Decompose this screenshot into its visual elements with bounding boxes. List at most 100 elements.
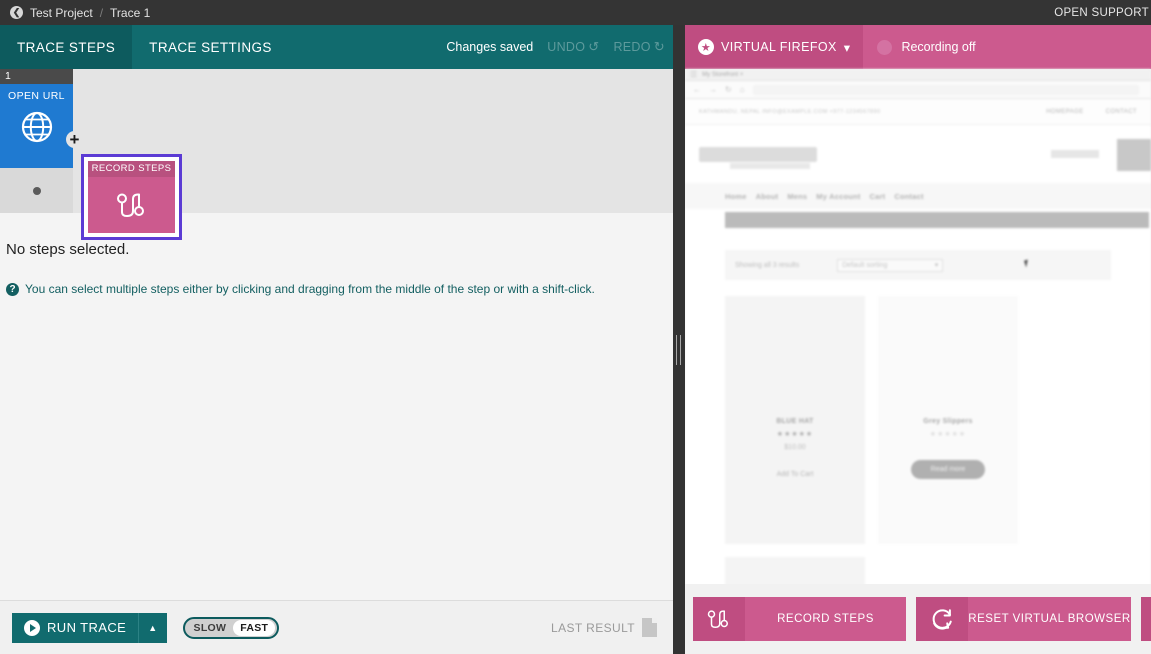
speed-fast-option[interactable]: FAST bbox=[233, 620, 275, 636]
select-caret-icon: ▾ bbox=[935, 261, 939, 269]
selection-hint-text: You can select multiple steps either by … bbox=[25, 282, 595, 296]
step-card-open-url[interactable]: 1 OPEN URL bbox=[0, 69, 73, 213]
add-to-cart-button[interactable]: Add To Cart bbox=[777, 471, 814, 478]
run-bar: RUN TRACE ▲ SLOW FAST LAST RESULT bbox=[0, 600, 673, 654]
product-card[interactable]: Grey Slippers ★★★★★ Read more bbox=[878, 296, 1018, 544]
add-step-button[interactable]: + bbox=[66, 131, 83, 148]
back-icon[interactable]: ← bbox=[693, 85, 701, 94]
extra-action-button[interactable] bbox=[1141, 597, 1151, 641]
back-arrow-circle-icon[interactable]: ❮ bbox=[10, 6, 23, 19]
open-support-link[interactable]: OPEN SUPPORT bbox=[1054, 0, 1151, 25]
site-hero-banner bbox=[725, 212, 1149, 228]
speed-toggle[interactable]: SLOW FAST bbox=[183, 617, 280, 639]
step-menu-dot-icon[interactable] bbox=[33, 187, 41, 195]
sort-select-value: Default sorting bbox=[842, 262, 887, 269]
product-rating: ★★★★★ bbox=[777, 430, 813, 438]
virtual-firefox-selector[interactable]: ★ VIRTUAL FIREFOX ▾ bbox=[685, 25, 863, 69]
site-link-homepage[interactable]: HOMEPAGE bbox=[1046, 109, 1083, 115]
undo-button[interactable]: UNDO ↺ bbox=[547, 39, 599, 55]
virtual-browser-panel: ★ VIRTUAL FIREFOX ▾ Recording off ☰ My S… bbox=[685, 25, 1151, 654]
virtual-firefox-label: VIRTUAL FIREFOX bbox=[721, 40, 837, 54]
record-dot-icon bbox=[877, 40, 892, 55]
record-steps-card-title: RECORD STEPS bbox=[88, 161, 175, 177]
recording-status-group[interactable]: Recording off bbox=[863, 25, 989, 69]
undo-label: UNDO bbox=[547, 40, 585, 54]
step-number: 1 bbox=[0, 69, 73, 84]
nav-item-my-account[interactable]: My Account bbox=[816, 192, 860, 201]
nav-item-mens[interactable]: Mens bbox=[787, 192, 807, 201]
browser-tab-title: My Storefront × bbox=[702, 72, 743, 78]
nav-item-about[interactable]: About bbox=[756, 192, 779, 201]
site-logo[interactable] bbox=[699, 147, 817, 162]
tab-trace-steps-label: TRACE STEPS bbox=[17, 40, 115, 55]
site-masthead bbox=[685, 125, 1151, 183]
site-link-contact[interactable]: CONTACT bbox=[1106, 109, 1137, 115]
run-trace-options-caret[interactable]: ▲ bbox=[138, 613, 166, 643]
run-trace-button[interactable]: RUN TRACE ▲ bbox=[12, 613, 167, 643]
product-grid: BLUE HAT ★★★★★ $10.00 Add To Cart Grey S… bbox=[725, 296, 1111, 609]
address-bar[interactable] bbox=[753, 85, 1139, 95]
record-steps-card-body[interactable]: RECORD STEPS bbox=[88, 161, 175, 233]
site-contact-info: KATHMANDU, NEPAL INFO@EXAMPLE.COM +977-1… bbox=[699, 109, 880, 115]
forward-icon[interactable]: → bbox=[709, 85, 717, 94]
refresh-icon bbox=[916, 597, 968, 641]
reload-icon[interactable]: ↻ bbox=[725, 85, 732, 94]
nav-item-cart[interactable]: Cart bbox=[870, 192, 886, 201]
site-tagline bbox=[730, 163, 810, 169]
home-icon[interactable]: ⌂ bbox=[740, 85, 745, 94]
redo-arrow-icon: ↻ bbox=[654, 39, 665, 55]
globe-icon bbox=[19, 109, 55, 150]
site-nav: Home About Mens My Account Cart Contact bbox=[685, 183, 1151, 209]
breadcrumb-project[interactable]: Test Project bbox=[30, 6, 93, 20]
browser-tab-strip[interactable]: ☰ My Storefront × bbox=[685, 69, 1151, 81]
tab-trace-steps[interactable]: TRACE STEPS bbox=[0, 25, 132, 69]
breadcrumb-trace[interactable]: Trace 1 bbox=[110, 6, 150, 20]
steps-strip: 1 OPEN URL bbox=[0, 69, 673, 213]
site-top-links: HOMEPAGE CONTACT bbox=[1046, 109, 1137, 115]
no-steps-selected-title: No steps selected. bbox=[6, 241, 673, 258]
record-steps-button[interactable]: RECORD STEPS bbox=[693, 597, 906, 641]
sort-select[interactable]: Default sorting ▾ bbox=[837, 259, 943, 272]
results-count-label: Showing all 3 results bbox=[735, 262, 799, 269]
reset-virtual-browser-button-label: RESET VIRTUAL BROWSER bbox=[968, 613, 1131, 625]
results-toolbar: Showing all 3 results Default sorting ▾ bbox=[725, 250, 1111, 280]
step-footer[interactable] bbox=[0, 168, 73, 213]
browser-viewport[interactable]: ☰ My Storefront × ← → ↻ ⌂ KATHMANDU, NEP… bbox=[685, 69, 1151, 609]
product-rating: ★★★★★ bbox=[930, 430, 966, 438]
redo-button[interactable]: REDO ↻ bbox=[613, 39, 665, 55]
record-steps-icon bbox=[112, 185, 152, 230]
browser-action-bar: RECORD STEPS RESET VIRTUAL BROWSER bbox=[685, 584, 1151, 654]
question-mark-icon: ? bbox=[6, 283, 19, 296]
undo-arrow-icon: ↺ bbox=[588, 39, 599, 55]
nav-item-home[interactable]: Home bbox=[725, 192, 747, 201]
run-trace-label-group[interactable]: RUN TRACE bbox=[12, 620, 138, 636]
product-card[interactable]: BLUE HAT ★★★★★ $10.00 Add To Cart bbox=[725, 296, 865, 544]
speed-slow-option[interactable]: SLOW bbox=[187, 622, 234, 634]
step-body[interactable]: OPEN URL bbox=[0, 84, 73, 168]
last-result-label: LAST RESULT bbox=[551, 621, 635, 635]
language-selector[interactable] bbox=[1051, 150, 1099, 158]
reset-virtual-browser-button[interactable]: RESET VIRTUAL BROWSER bbox=[916, 597, 1131, 641]
caret-down-icon: ▾ bbox=[844, 40, 851, 55]
run-trace-label: RUN TRACE bbox=[47, 620, 126, 635]
cart-icon[interactable] bbox=[1117, 139, 1151, 171]
panel-splitter[interactable] bbox=[673, 25, 685, 654]
mouse-cursor-icon bbox=[1024, 260, 1030, 268]
left-panel: TRACE STEPS TRACE SETTINGS Changes saved… bbox=[0, 25, 673, 654]
tab-trace-settings[interactable]: TRACE SETTINGS bbox=[132, 25, 289, 69]
read-more-button[interactable]: Read more bbox=[911, 460, 986, 479]
drag-handle-icon[interactable] bbox=[676, 335, 681, 365]
record-steps-icon bbox=[693, 597, 745, 641]
selection-hint: ? You can select multiple steps either b… bbox=[6, 282, 673, 296]
nav-item-contact[interactable]: Contact bbox=[894, 192, 923, 201]
virtual-browser-header: ★ VIRTUAL FIREFOX ▾ Recording off bbox=[685, 25, 1151, 69]
last-result-button[interactable]: LAST RESULT bbox=[551, 618, 661, 637]
record-steps-card[interactable]: RECORD STEPS bbox=[81, 154, 182, 240]
product-name: Grey Slippers bbox=[923, 418, 972, 425]
app-root: ❮ Test Project / Trace 1 OPEN SUPPORT TR… bbox=[0, 0, 1151, 654]
document-icon bbox=[642, 618, 657, 637]
browser-nav-bar[interactable]: ← → ↻ ⌂ bbox=[685, 81, 1151, 99]
refresh-icon bbox=[1141, 597, 1151, 641]
changes-saved-status: Changes saved bbox=[446, 40, 533, 54]
menu-icon: ☰ bbox=[690, 70, 697, 79]
